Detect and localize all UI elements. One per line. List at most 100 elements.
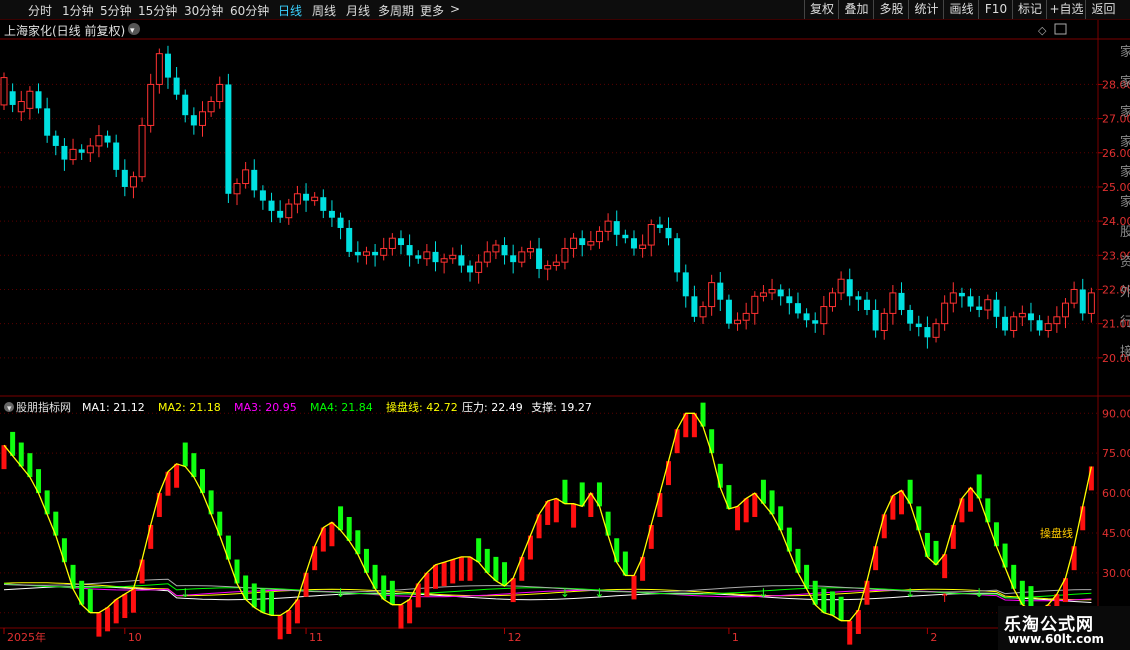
period-4[interactable]: 30分钟 — [184, 2, 223, 19]
more-chevron-icon[interactable]: > — [450, 2, 460, 16]
candle-down — [458, 255, 465, 266]
candle-down — [277, 210, 284, 218]
candle-up — [759, 292, 767, 297]
indicator-bar — [277, 615, 283, 640]
candle-down — [898, 292, 905, 310]
candle-down — [717, 282, 724, 300]
candle-up — [147, 83, 155, 126]
candle-up — [449, 254, 457, 260]
candle-down — [320, 197, 327, 211]
toolbar-button-0[interactable]: 复权 — [804, 0, 839, 19]
toolbar-button-1[interactable]: 叠加 — [838, 0, 874, 19]
period-8[interactable]: 月线 — [346, 2, 370, 19]
candle-up — [984, 299, 992, 311]
toolbar-button-8[interactable]: 返回 — [1085, 0, 1121, 19]
toolbar-button-5[interactable]: F10 — [978, 0, 1013, 19]
period-7[interactable]: 周线 — [312, 2, 336, 19]
period-5[interactable]: 60分钟 — [230, 2, 269, 19]
period-2[interactable]: 5分钟 — [100, 2, 132, 19]
indicator-bar — [174, 463, 180, 488]
candle-down — [622, 234, 629, 239]
buy-arrow-icon: ↑ — [508, 591, 518, 605]
indicator-bar — [346, 516, 352, 541]
toolbar-button-4[interactable]: 画线 — [943, 0, 979, 19]
candle-down — [691, 296, 698, 317]
candle-down — [61, 145, 68, 160]
sell-arrow-icon: ↓ — [758, 586, 768, 600]
indicator-bar — [605, 511, 611, 536]
chevron-down-icon: ▾ — [130, 26, 135, 36]
indicator-bar — [27, 453, 33, 478]
candle-down — [173, 77, 180, 95]
indicator-bar — [139, 559, 145, 584]
candle-up — [587, 241, 595, 246]
right-panel-text: 家 — [1120, 164, 1130, 180]
indicator-bar — [838, 596, 844, 621]
indicator-bar — [87, 588, 93, 613]
indicator-bar — [105, 607, 111, 632]
indicator-bar — [493, 556, 499, 581]
time-label: 11 — [309, 631, 323, 644]
indicator-bar — [829, 591, 835, 616]
candle-up — [828, 292, 836, 308]
indicator-bar — [113, 599, 119, 624]
candle-up — [889, 292, 897, 314]
stock-title: 上海家化(日线 前复权) — [4, 24, 126, 38]
candle-down — [354, 251, 361, 256]
period-6[interactable]: 日线 — [278, 2, 302, 19]
time-label: 2 — [930, 631, 937, 644]
indicator-bar — [1080, 506, 1086, 531]
time-label: 2025年 — [7, 630, 46, 644]
candle-up — [595, 230, 603, 243]
candle-up — [242, 169, 250, 185]
sell-arrow-icon: ↓ — [594, 586, 604, 600]
indicator-bar — [458, 556, 464, 581]
period-3[interactable]: 15分钟 — [138, 2, 177, 19]
period-10[interactable]: 更多 — [420, 2, 444, 19]
indicator-bar — [735, 506, 741, 531]
indicator-bar — [1088, 466, 1094, 491]
candle-up — [86, 145, 94, 154]
indicator-bar — [18, 442, 24, 467]
candle-up — [570, 237, 578, 249]
right-panel-text: 股 — [1120, 225, 1130, 240]
candle-down — [958, 292, 965, 297]
chevron-down-icon: ▾ — [7, 404, 12, 414]
right-panel-text: 家 — [1120, 74, 1130, 90]
candle-down — [415, 255, 422, 259]
toolbar-button-6[interactable]: 标记 — [1012, 0, 1047, 19]
indicator-bar — [933, 540, 939, 565]
period-1[interactable]: 1分钟 — [62, 2, 94, 19]
toolbar-button-2[interactable]: 多股 — [873, 0, 909, 19]
candle-down — [113, 142, 120, 170]
indicator-bar — [502, 562, 508, 587]
candle-down — [907, 309, 914, 324]
candle-up — [129, 176, 137, 188]
indicator-value: MA4: 21.84 — [310, 401, 373, 414]
indicator-value: 支撑: 19.27 — [531, 400, 592, 414]
candle-up — [526, 247, 534, 253]
indicator-bar — [148, 524, 154, 549]
candle-down — [104, 135, 111, 143]
toolbar-button-7[interactable]: +自选 — [1046, 0, 1086, 19]
candle-up — [388, 237, 396, 249]
candle-up — [1070, 288, 1078, 304]
indicator-bar — [484, 548, 490, 573]
period-0[interactable]: 分时 — [28, 2, 52, 19]
period-9[interactable]: 多周期 — [378, 2, 414, 19]
toolbar-button-3[interactable]: 统计 — [908, 0, 944, 19]
candle-down — [976, 306, 983, 310]
candle-down — [251, 169, 258, 191]
indicator-bar — [873, 546, 879, 571]
candle-down — [9, 91, 16, 105]
candle-down — [924, 327, 931, 338]
indicator-bar — [760, 479, 766, 504]
period-toolbar: 分时 1分钟 5分钟 15分钟 30分钟 60分钟 日线 周线 月线 多周期 更多 > 复权 叠加 多股 统计… — [0, 0, 1130, 20]
right-panel-text: 家 — [1120, 134, 1130, 150]
indicator-bar — [648, 524, 654, 549]
candle-down — [225, 84, 232, 194]
sell-arrow-icon: ↓ — [336, 586, 346, 600]
right-panel-text: 外 — [1120, 285, 1130, 300]
candle-up — [440, 258, 448, 263]
chart-canvas[interactable]: 28.0027.0026.0025.0024.0023.0022.0021.00… — [0, 0, 1130, 650]
